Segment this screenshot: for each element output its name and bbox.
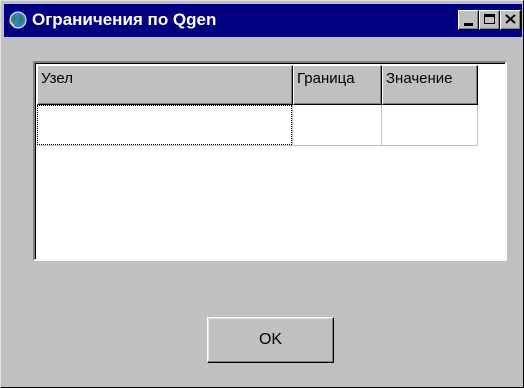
minimize-icon	[464, 23, 473, 26]
grid-cell-node[interactable]	[37, 105, 293, 146]
cell-focus-indicator	[37, 105, 292, 145]
close-icon	[505, 14, 516, 24]
minimize-button[interactable]	[458, 10, 479, 30]
close-button[interactable]	[500, 10, 521, 30]
maximize-icon	[484, 14, 495, 24]
constraints-grid[interactable]: Узел Граница Значение	[33, 61, 507, 261]
title-bar[interactable]: Ограничения по Qgen	[4, 4, 522, 37]
globe-icon	[9, 11, 27, 29]
ok-button[interactable]: OK	[207, 317, 334, 363]
dialog-window: Ограничения по Qgen Узел Граница Значени…	[0, 0, 524, 388]
grid-cell-limit[interactable]	[293, 105, 382, 146]
grid-cell-value[interactable]	[382, 105, 478, 146]
column-header-node[interactable]: Узел	[37, 65, 293, 105]
maximize-button[interactable]	[479, 10, 500, 30]
window-title: Ограничения по Qgen	[32, 10, 217, 29]
column-header-value[interactable]: Значение	[382, 65, 478, 105]
column-header-limit[interactable]: Граница	[293, 65, 382, 105]
